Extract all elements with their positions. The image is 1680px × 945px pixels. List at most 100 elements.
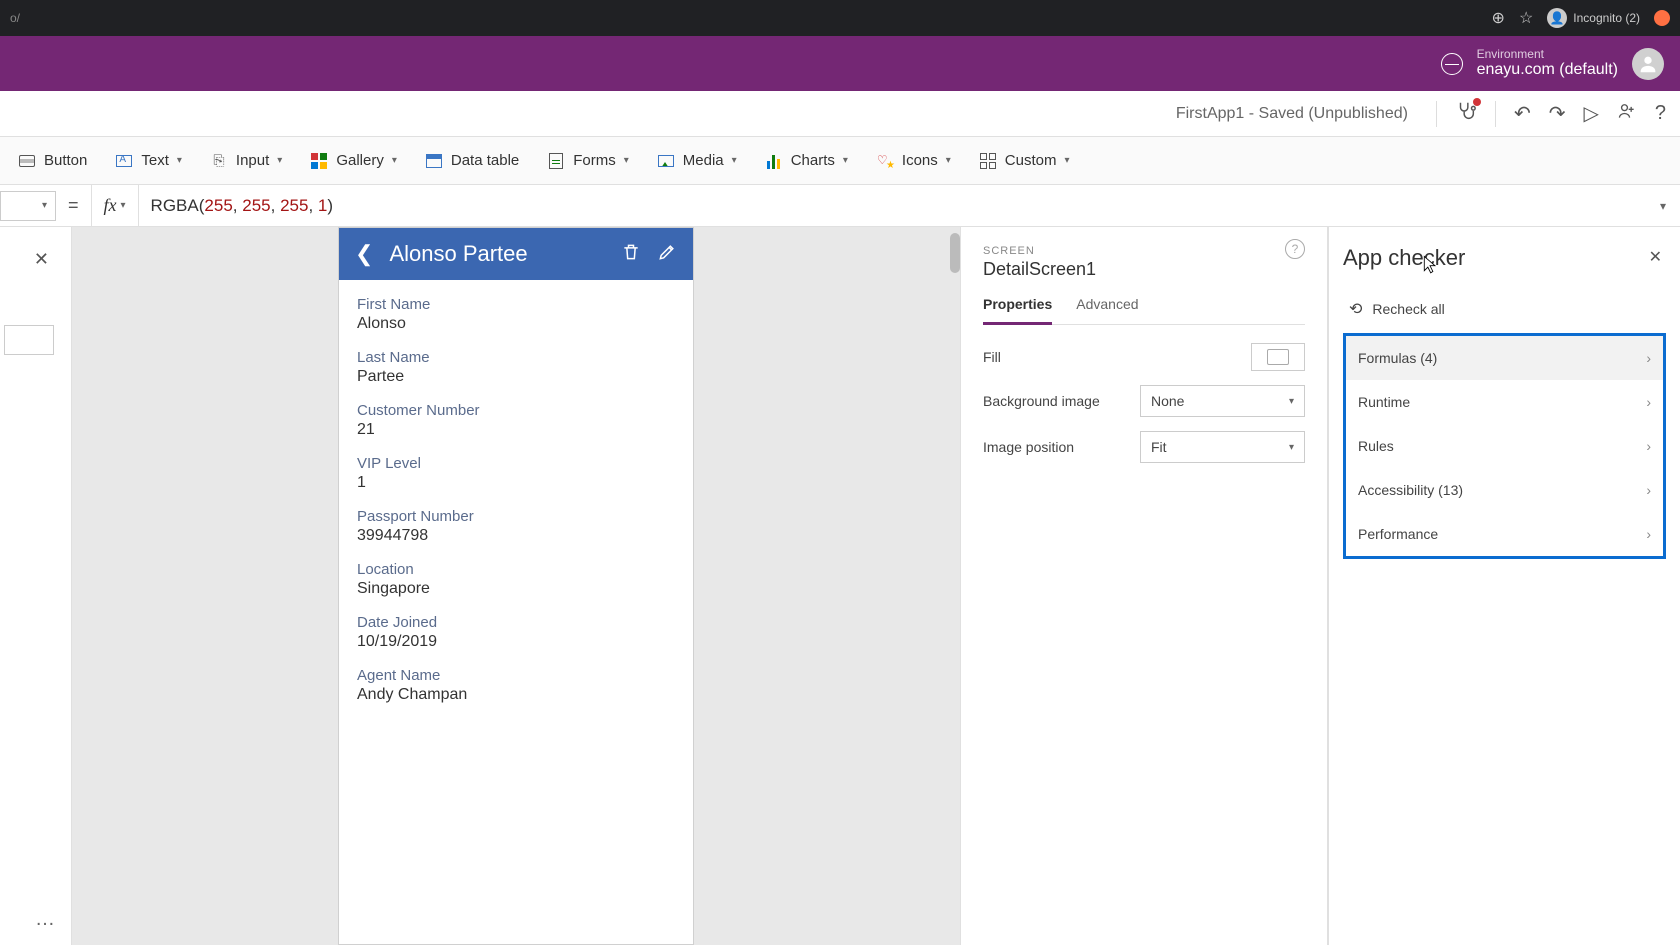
prop-fill: Fill [983, 343, 1305, 371]
formula-input[interactable]: RGBA(255, 255, 255, 1) [139, 185, 1646, 226]
ribbon-media[interactable]: Media ▾ [643, 137, 751, 184]
charts-icon [765, 152, 783, 170]
tree-view-pane: ✕ … [0, 227, 72, 945]
undo-icon[interactable]: ↶ [1514, 101, 1531, 126]
formula-expand-icon[interactable]: ▾ [1646, 199, 1680, 213]
browser-chrome: o/ ⊕ ☆ 👤 Incognito (2) [0, 0, 1680, 36]
prop-label: Fill [983, 349, 1001, 365]
scrollbar[interactable] [950, 233, 960, 273]
tab-advanced[interactable]: Advanced [1076, 290, 1138, 324]
formula-fn: RGBA [151, 196, 199, 216]
separator [1495, 101, 1496, 127]
user-avatar[interactable] [1632, 48, 1664, 80]
ribbon-gallery[interactable]: Gallery ▾ [296, 137, 411, 184]
field-value: Singapore [357, 580, 675, 598]
bookmark-star-icon[interactable]: ☆ [1519, 8, 1533, 28]
profile-icon[interactable] [1654, 10, 1670, 26]
canvas[interactable]: ❮ Alonso Partee First NameAlonso Last Na… [72, 227, 960, 945]
app-header: Environment enayu.com (default) [0, 36, 1680, 91]
ribbon-custom-label: Custom [1005, 152, 1057, 169]
field-vip-level: VIP Level1 [357, 455, 675, 492]
formula-bar: ▾ = fx ▾ RGBA(255, 255, 255, 1) ▾ [0, 185, 1680, 227]
select-value: None [1151, 393, 1184, 409]
more-icon[interactable]: … [35, 908, 57, 931]
recheck-all-button[interactable]: ⟲ Recheck all [1343, 299, 1666, 319]
fill-color-picker[interactable] [1251, 343, 1305, 371]
incognito-indicator: 👤 Incognito (2) [1547, 8, 1640, 28]
category-rules[interactable]: Rules › [1346, 424, 1663, 468]
play-icon[interactable]: ▷ [1583, 101, 1598, 126]
category-accessibility[interactable]: Accessibility (13) › [1346, 468, 1663, 512]
edit-icon[interactable] [657, 242, 677, 267]
category-runtime[interactable]: Runtime › [1346, 380, 1663, 424]
environment-label: Environment [1477, 48, 1618, 61]
fx-icon: fx [104, 195, 117, 216]
ribbon-charts[interactable]: Charts ▾ [751, 137, 862, 184]
tree-search-input[interactable] [4, 325, 54, 355]
redo-icon[interactable]: ↷ [1549, 101, 1566, 126]
field-value: Partee [357, 368, 675, 386]
field-location: LocationSingapore [357, 561, 675, 598]
detail-screen[interactable]: ❮ Alonso Partee First NameAlonso Last Na… [338, 227, 694, 945]
properties-pane: ? SCREEN DetailScreen1 Properties Advanc… [960, 227, 1328, 945]
field-label: Agent Name [357, 667, 675, 684]
share-icon[interactable] [1617, 101, 1637, 127]
field-label: VIP Level [357, 455, 675, 472]
field-date-joined: Date Joined10/19/2019 [357, 614, 675, 651]
field-agent-name: Agent NameAndy Champan [357, 667, 675, 704]
fx-button[interactable]: fx ▾ [91, 185, 139, 226]
field-label: Last Name [357, 349, 675, 366]
help-icon[interactable]: ? [1655, 102, 1666, 125]
media-icon [657, 152, 675, 170]
ribbon-media-label: Media [683, 152, 724, 169]
tab-properties[interactable]: Properties [983, 290, 1052, 325]
property-selector[interactable]: ▾ [0, 191, 56, 221]
ribbon-text[interactable]: Text ▾ [101, 137, 196, 184]
ribbon-gallery-label: Gallery [336, 152, 384, 169]
ribbon-icons-label: Icons [902, 152, 938, 169]
image-position-select[interactable]: Fit ▾ [1140, 431, 1305, 463]
gallery-icon [310, 152, 328, 170]
ribbon-datatable[interactable]: Data table [411, 137, 533, 184]
field-first-name: First NameAlonso [357, 296, 675, 333]
category-formulas[interactable]: Formulas (4) › [1346, 336, 1663, 380]
chevron-down-icon: ▾ [946, 155, 951, 166]
chevron-down-icon: ▾ [1064, 155, 1069, 166]
ribbon-icons[interactable]: Icons ▾ [862, 137, 965, 184]
ribbon-button-label: Button [44, 152, 87, 169]
ribbon-charts-label: Charts [791, 152, 835, 169]
help-icon[interactable]: ? [1285, 239, 1305, 259]
chevron-down-icon: ▾ [1289, 442, 1294, 453]
text-icon [115, 152, 133, 170]
formula-arg: 255 [280, 196, 308, 216]
incognito-label: Incognito (2) [1573, 11, 1640, 25]
back-icon[interactable]: ❮ [355, 241, 373, 267]
background-image-select[interactable]: None ▾ [1140, 385, 1305, 417]
icons-icon [876, 152, 894, 170]
prop-image-position: Image position Fit ▾ [983, 431, 1305, 463]
refresh-icon: ⟲ [1349, 299, 1362, 319]
ribbon-button[interactable]: Button [4, 137, 101, 184]
prop-background-image: Background image None ▾ [983, 385, 1305, 417]
environment-icon[interactable] [1441, 53, 1463, 75]
datatable-icon [425, 152, 443, 170]
environment-selector[interactable]: Environment enayu.com (default) [1477, 48, 1618, 79]
zoom-icon[interactable]: ⊕ [1492, 8, 1505, 28]
field-value: Alonso [357, 315, 675, 333]
ribbon-input[interactable]: ⎘ Input ▾ [196, 137, 296, 184]
delete-icon[interactable] [621, 242, 641, 267]
chevron-down-icon: ▾ [42, 200, 47, 211]
forms-icon [547, 152, 565, 170]
ribbon-forms[interactable]: Forms ▾ [533, 137, 643, 184]
ribbon-datatable-label: Data table [451, 152, 519, 169]
category-performance[interactable]: Performance › [1346, 512, 1663, 556]
chevron-down-icon: ▾ [1289, 396, 1294, 407]
close-icon[interactable]: ✕ [1649, 247, 1662, 267]
main-area: ✕ … ❮ Alonso Partee First NameAlonso Las… [0, 227, 1680, 945]
ribbon-input-label: Input [236, 152, 269, 169]
formula-arg: 1 [318, 196, 327, 216]
insert-ribbon: Button Text ▾ ⎘ Input ▾ Gallery ▾ Data t… [0, 137, 1680, 185]
ribbon-custom[interactable]: Custom ▾ [965, 137, 1084, 184]
app-checker-icon[interactable] [1455, 100, 1477, 128]
close-icon[interactable]: ✕ [34, 249, 49, 270]
